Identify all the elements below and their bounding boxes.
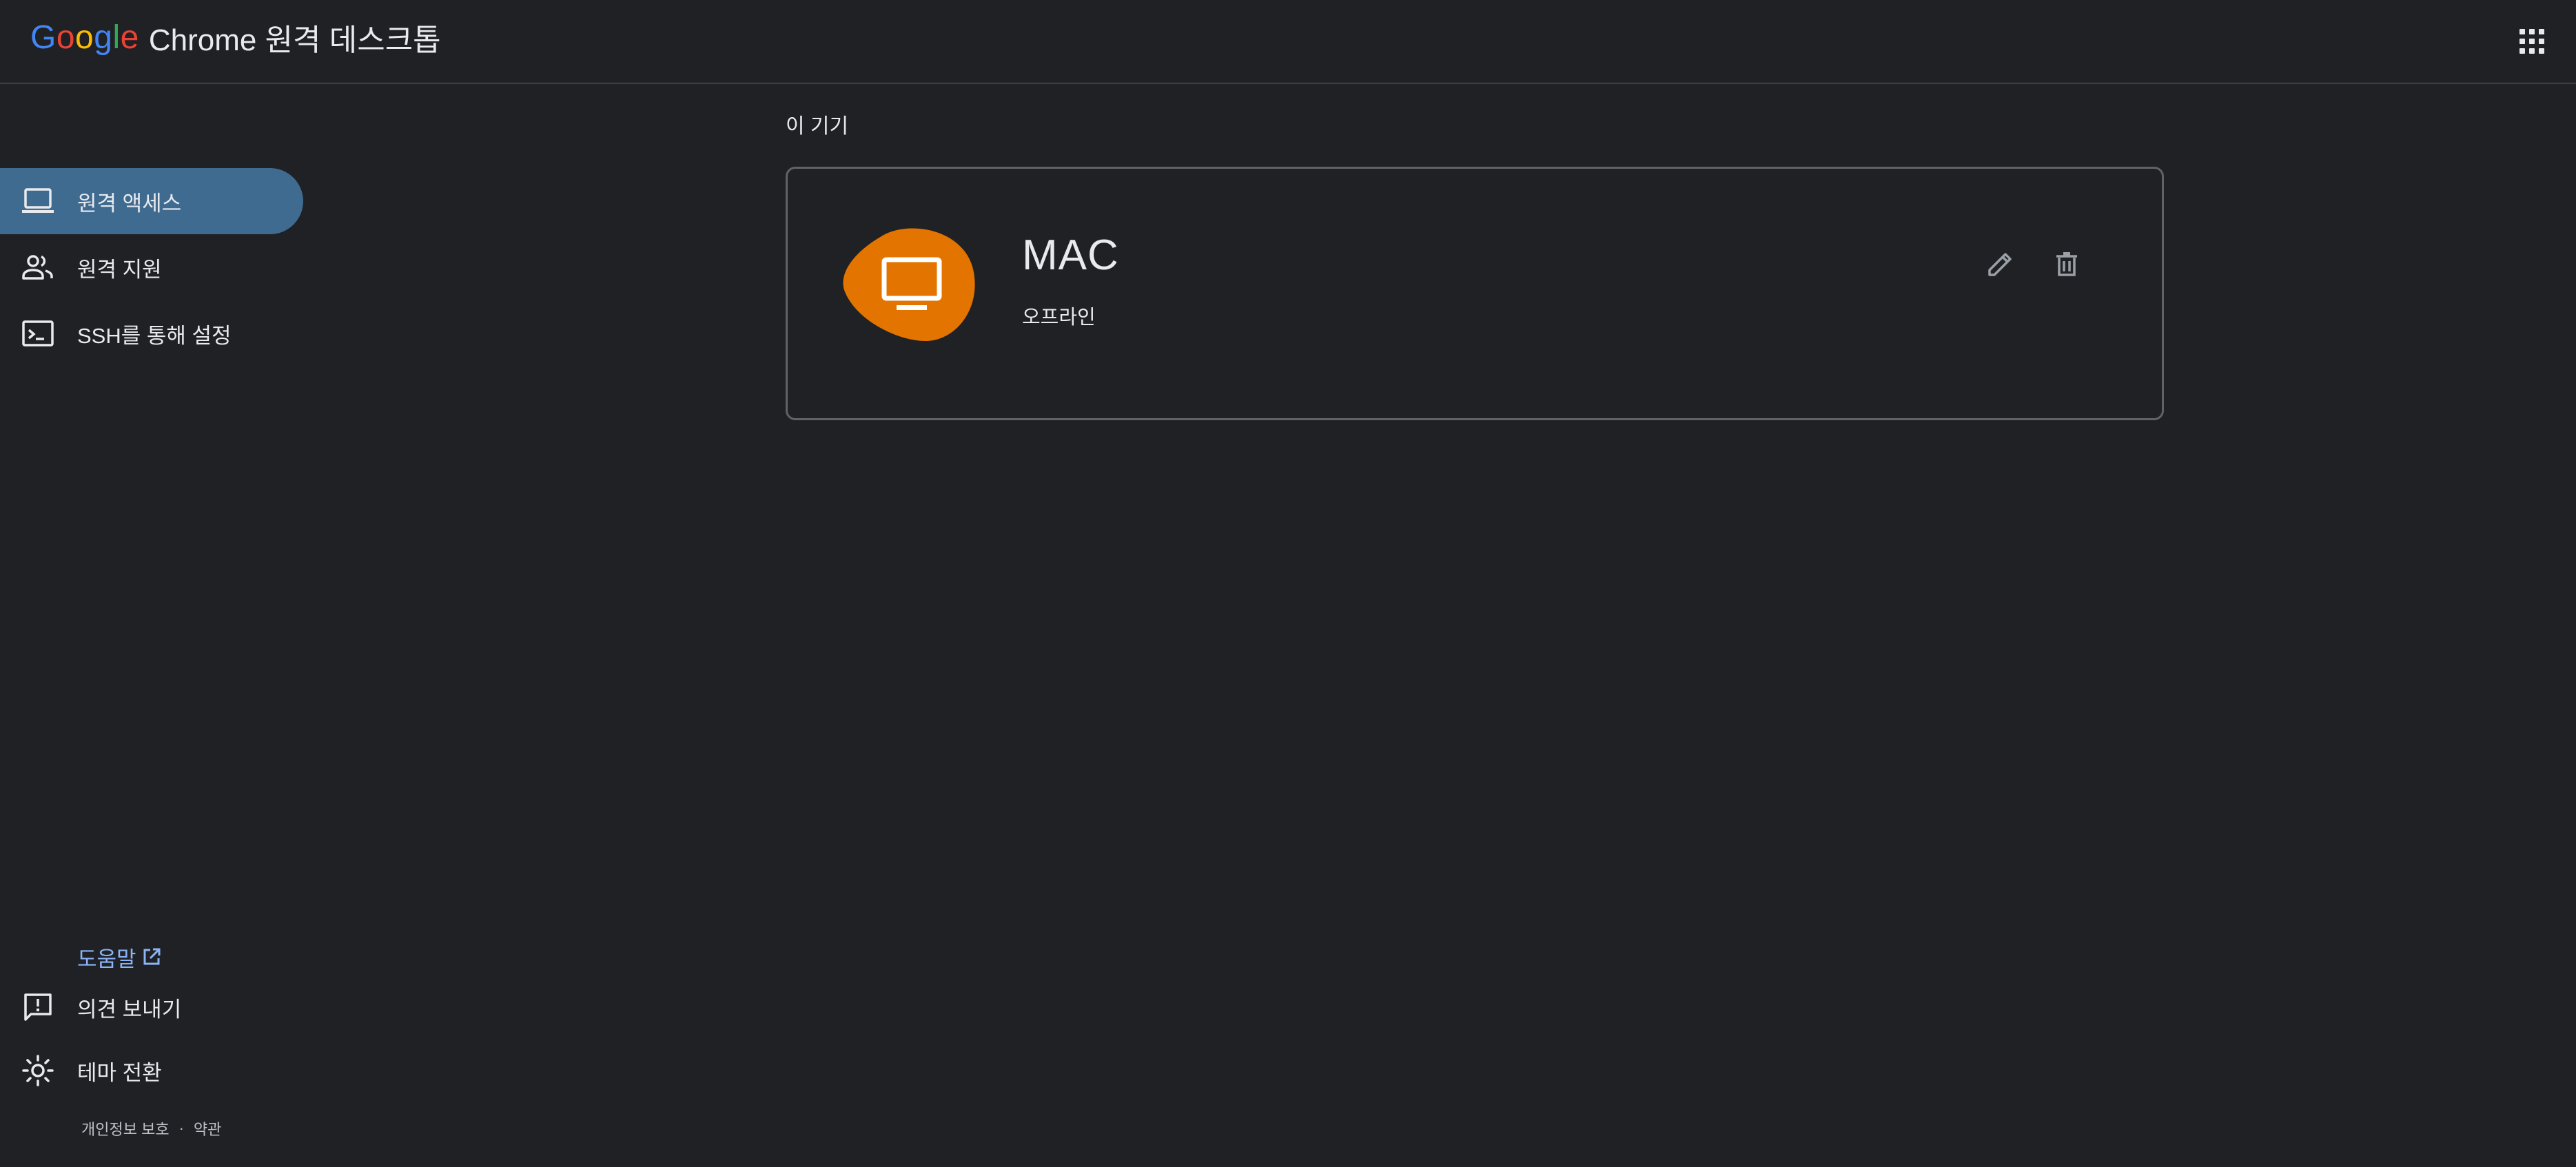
device-name: MAC (1022, 231, 1119, 279)
device-card[interactable]: MAC 오프라인 (786, 167, 2164, 420)
google-logo: Google (30, 19, 139, 56)
apps-grid-icon[interactable] (2515, 25, 2548, 58)
pencil-icon (1988, 253, 2012, 276)
edit-button[interactable] (1981, 245, 2020, 283)
trash-icon (2056, 252, 2077, 276)
delete-button[interactable] (2047, 245, 2086, 283)
device-status: 오프라인 (1022, 307, 1096, 329)
app-header: Google Chrome 원격 데스크톱 (0, 0, 2576, 84)
brand[interactable]: Google Chrome 원격 데스크톱 (30, 15, 441, 59)
section-title: 이 기기 (786, 115, 849, 138)
main-content: 이 기기 MAC 오프라인 (0, 84, 2576, 1167)
monitor-icon (843, 228, 975, 341)
app-title: Chrome 원격 데스크톱 (148, 23, 441, 57)
